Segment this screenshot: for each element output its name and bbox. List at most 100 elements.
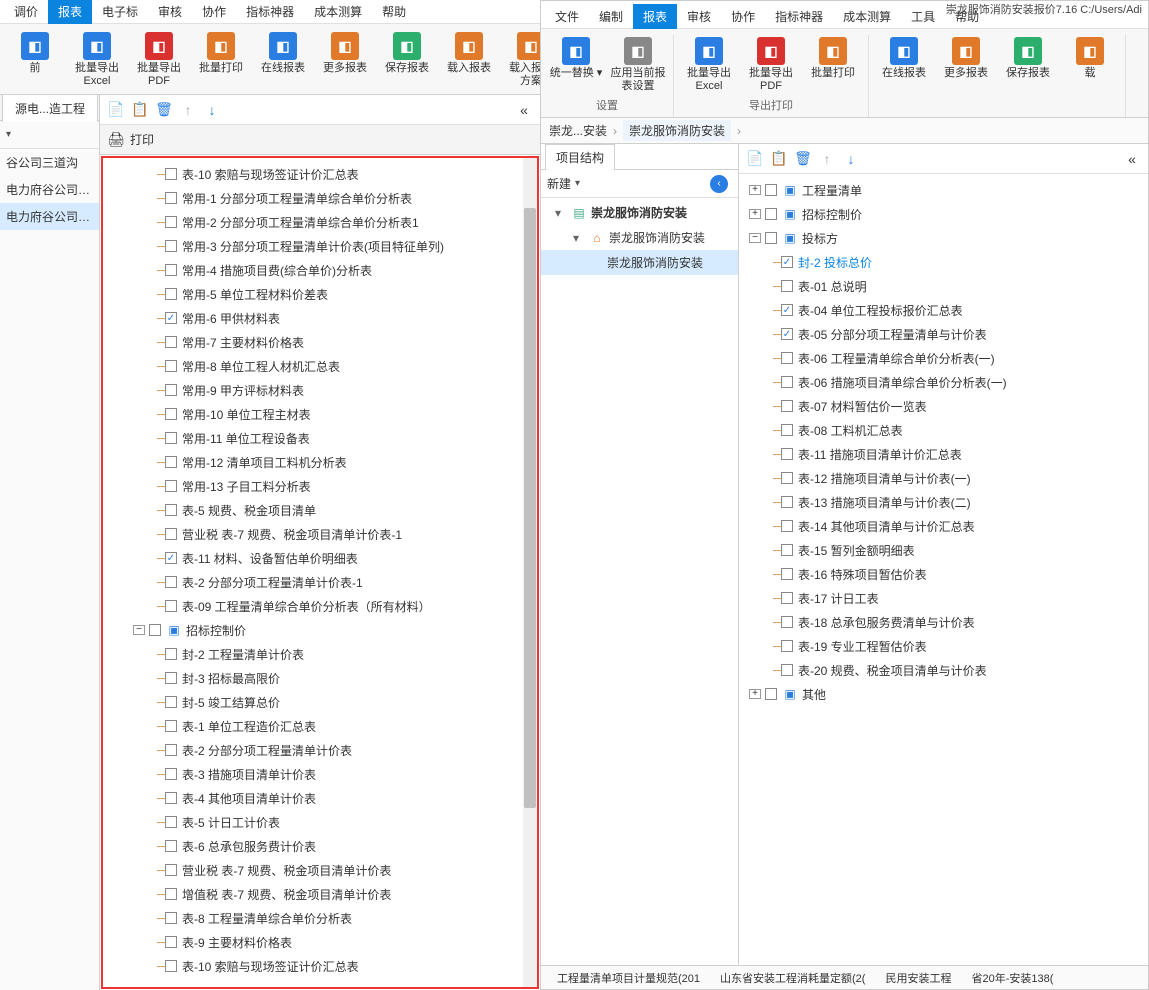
checkbox[interactable]: [165, 432, 177, 444]
tree-item[interactable]: 封-5 竣工结算总价: [103, 690, 537, 714]
tree-item[interactable]: 表-07 材料暂估价一览表: [739, 394, 1148, 418]
print-icon[interactable]: 🖨: [108, 132, 124, 148]
tree-item[interactable]: 表-11 措施项目清单计价汇总表: [739, 442, 1148, 466]
expand-icon[interactable]: +: [749, 209, 761, 219]
menu-item-成本测算[interactable]: 成本测算: [833, 4, 901, 29]
checkbox[interactable]: [165, 864, 177, 876]
tree-item[interactable]: 营业税 表-7 规费、税金项目清单计价表-1: [103, 522, 537, 546]
collapse-toggle-icon[interactable]: ‹: [710, 175, 728, 193]
move-up-icon[interactable]: ↑: [180, 102, 196, 118]
tree-item[interactable]: 表-09 工程量清单综合单价分析表（所有材料）: [103, 594, 537, 618]
checkbox[interactable]: [165, 360, 177, 372]
collapse-icon[interactable]: «: [1124, 151, 1140, 167]
project-row[interactable]: 谷公司三道沟: [0, 149, 99, 176]
tree-item[interactable]: 常用-10 单位工程主材表: [103, 402, 537, 426]
menu-item-协作[interactable]: 协作: [192, 0, 236, 24]
checkbox[interactable]: [165, 480, 177, 492]
ribbon-btn-更多报表[interactable]: ◧更多报表: [314, 30, 376, 90]
ribbon-btn-载[interactable]: ◧载: [1059, 35, 1121, 82]
tree-item[interactable]: ✓封-2 投标总价: [739, 250, 1148, 274]
tree-item[interactable]: 营业税 表-7 规费、税金项目清单计价表: [103, 858, 537, 882]
tree-item[interactable]: 封-2 工程量清单计价表: [103, 642, 537, 666]
sidebar-tab[interactable]: 源电...造工程: [2, 95, 98, 122]
checkbox[interactable]: [165, 264, 177, 276]
tree-item[interactable]: 表-10 索赔与现场签证计价汇总表: [103, 162, 537, 186]
ribbon-btn-批量打印[interactable]: ◧批量打印: [802, 35, 864, 95]
checkbox[interactable]: [165, 792, 177, 804]
checkbox[interactable]: [781, 640, 793, 652]
checkbox[interactable]: [165, 816, 177, 828]
checkbox[interactable]: [165, 288, 177, 300]
checkbox[interactable]: [765, 184, 777, 196]
ribbon-btn-批量导出Excel[interactable]: ◧批量导出 Excel: [66, 30, 128, 90]
tree-item[interactable]: 常用-13 子目工料分析表: [103, 474, 537, 498]
tree-item[interactable]: ✓常用-6 甲供材料表: [103, 306, 537, 330]
checkbox[interactable]: [781, 496, 793, 508]
tree-item[interactable]: ✓表-11 材料、设备暂估单价明细表: [103, 546, 537, 570]
tree-item[interactable]: 表-19 专业工程暂估价表: [739, 634, 1148, 658]
ribbon-btn-批量导出PDF[interactable]: ◧批量导出PDF: [740, 35, 802, 95]
menu-item-电子标[interactable]: 电子标: [92, 0, 148, 24]
tree-item[interactable]: 表-15 暂列金额明细表: [739, 538, 1148, 562]
tree-item[interactable]: 常用-8 单位工程人材机汇总表: [103, 354, 537, 378]
checkbox[interactable]: [149, 624, 161, 636]
checkbox[interactable]: [165, 240, 177, 252]
tree-item[interactable]: 常用-7 主要材料价格表: [103, 330, 537, 354]
checkbox[interactable]: ✓: [781, 328, 793, 340]
checkbox[interactable]: [165, 456, 177, 468]
tree-item[interactable]: 表-5 计日工计价表: [103, 810, 537, 834]
project-row[interactable]: 电力府谷公司三...: [0, 176, 99, 203]
checkbox[interactable]: [765, 208, 777, 220]
ribbon-btn-应用当前报表设置[interactable]: ◧应用当前报表设置: [607, 35, 669, 95]
menu-item-成本测算[interactable]: 成本测算: [304, 0, 372, 24]
checkbox[interactable]: [165, 672, 177, 684]
expand-icon[interactable]: −: [133, 625, 145, 635]
checkbox[interactable]: [781, 568, 793, 580]
tree-item[interactable]: 表-4 其他项目清单计价表: [103, 786, 537, 810]
checkbox[interactable]: [165, 408, 177, 420]
ribbon-btn-批量打印[interactable]: ◧批量打印: [190, 30, 252, 90]
tree-folder[interactable]: −▣投标方: [739, 226, 1148, 250]
checkbox[interactable]: [781, 616, 793, 628]
checkbox[interactable]: [781, 592, 793, 604]
tree-item[interactable]: 表-16 特殊项目暂估价表: [739, 562, 1148, 586]
checkbox[interactable]: [781, 376, 793, 388]
menu-item-文件[interactable]: 文件: [545, 4, 589, 29]
expand-icon[interactable]: +: [749, 689, 761, 699]
tree-item[interactable]: 增值税 表-7 规费、税金项目清单计价表: [103, 882, 537, 906]
delete-icon[interactable]: 🗑: [795, 151, 811, 167]
menu-item-报表[interactable]: 报表: [633, 4, 677, 29]
checkbox[interactable]: [165, 744, 177, 756]
tree-item[interactable]: 表-6 总承包服务费计价表: [103, 834, 537, 858]
checkbox[interactable]: [165, 192, 177, 204]
delete-icon[interactable]: 🗑: [156, 102, 172, 118]
checkbox[interactable]: [165, 168, 177, 180]
tree-item[interactable]: 表-2 分部分项工程量清单计价表-1: [103, 570, 537, 594]
tree-item[interactable]: 表-10 索赔与现场签证计价汇总表: [103, 954, 537, 978]
ribbon-btn-保存报表[interactable]: ◧保存报表: [997, 35, 1059, 82]
checkbox[interactable]: [765, 232, 777, 244]
menu-item-工具[interactable]: 工具: [901, 4, 945, 29]
ribbon-btn-保存报表[interactable]: ◧保存报表: [376, 30, 438, 90]
tree-folder[interactable]: +▣工程量清单: [739, 178, 1148, 202]
tree-item[interactable]: ✓表-04 单位工程投标报价汇总表: [739, 298, 1148, 322]
checkbox[interactable]: [781, 448, 793, 460]
move-down-icon[interactable]: ↓: [843, 151, 859, 167]
tree-item[interactable]: 表-17 计日工表: [739, 586, 1148, 610]
checkbox[interactable]: [165, 336, 177, 348]
ribbon-btn-更多报表[interactable]: ◧更多报表: [935, 35, 997, 82]
ribbon-btn-在线报表[interactable]: ◧在线报表: [873, 35, 935, 82]
project-row[interactable]: 电力府谷公司三...: [0, 203, 99, 230]
checkbox[interactable]: [165, 696, 177, 708]
checkbox[interactable]: [165, 216, 177, 228]
checkbox[interactable]: [165, 576, 177, 588]
menu-item-协作[interactable]: 协作: [721, 4, 765, 29]
tree-item[interactable]: 表-3 措施项目清单计价表: [103, 762, 537, 786]
ribbon-btn-统一替换[interactable]: ◧统一替换 ▾: [545, 35, 607, 95]
tree-item[interactable]: 常用-5 单位工程材料价差表: [103, 282, 537, 306]
checkbox[interactable]: [165, 840, 177, 852]
ribbon-btn-批量导出PDF[interactable]: ◧批量导出 PDF: [128, 30, 190, 90]
checkbox[interactable]: [165, 960, 177, 972]
checkbox[interactable]: [165, 504, 177, 516]
checkbox[interactable]: [165, 384, 177, 396]
